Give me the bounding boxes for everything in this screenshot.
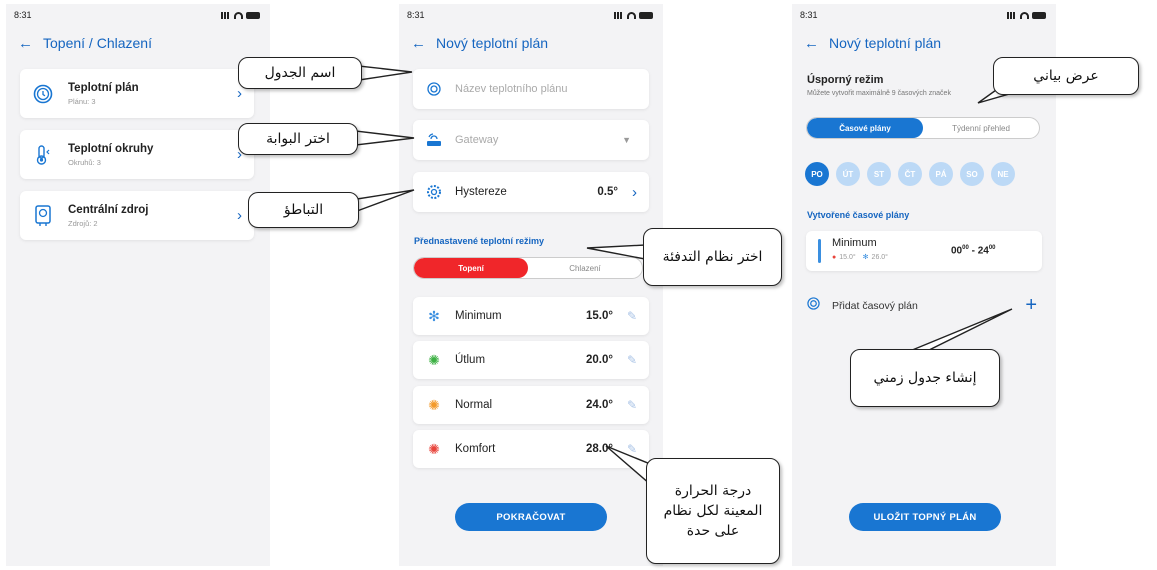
callout-temperature-line: على حدة <box>686 523 740 540</box>
pointer-hysteresis <box>356 189 415 213</box>
pointer-table-name <box>358 65 413 81</box>
callout-temperature-line: المعينة لكل نظام <box>663 502 763 519</box>
pointer-gateway <box>355 130 415 146</box>
pointer-schedule <box>904 308 1013 354</box>
callout-gateway: اختر البوابة <box>238 123 358 155</box>
callout-temperature-line: درجة الحرارة <box>674 482 752 499</box>
callout-table-name: اسم الجدول <box>238 57 362 89</box>
callout-temperature: درجة الحرارة المعينة لكل نظام على حدة <box>646 458 780 564</box>
callout-schedule: إنشاء جدول زمني <box>850 349 1000 407</box>
callout-view: عرض بياني <box>993 57 1139 95</box>
pointer-heating-mode <box>586 244 646 260</box>
callout-pointers <box>355 65 1025 486</box>
callout-heating-mode: اختر نظام التدفئة <box>643 228 782 286</box>
callout-hysteresis: التباطؤ <box>248 192 359 228</box>
